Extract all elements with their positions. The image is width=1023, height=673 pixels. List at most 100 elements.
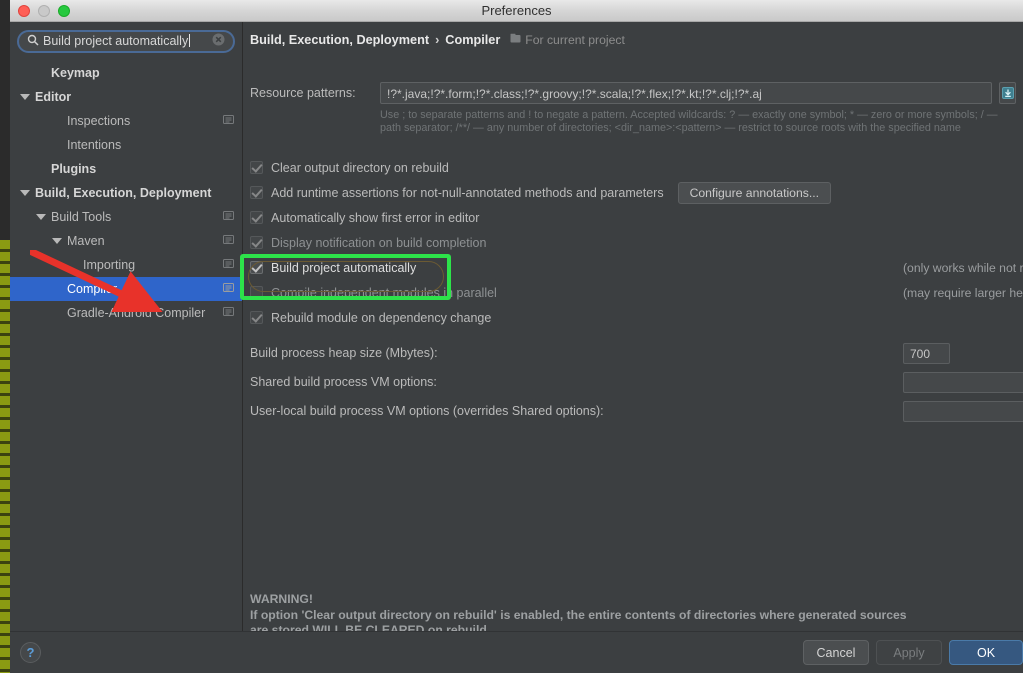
compiler-options-list: Clear output directory on rebuild Add run… <box>250 155 1023 330</box>
sidebar-item-label: Compiler <box>67 282 118 296</box>
shared-vm-options-label: Shared build process VM options: <box>250 375 437 389</box>
search-area: Build project automatically <box>10 22 242 59</box>
window-title: Preferences <box>481 3 552 18</box>
chevron-down-icon[interactable] <box>36 212 47 223</box>
breadcrumb-root[interactable]: Build, Execution, Deployment <box>250 33 429 47</box>
checkbox-label[interactable]: Display notification on build completion <box>271 236 486 250</box>
text-caret <box>189 34 191 47</box>
checkbox-label[interactable]: Rebuild module on dependency change <box>271 311 491 325</box>
user-local-vm-options-input[interactable] <box>903 400 1023 422</box>
chevron-down-icon[interactable] <box>20 92 31 103</box>
search-box[interactable]: Build project automatically <box>17 30 235 53</box>
settings-tree: Keymap Editor Inspections Intentions Plugins… <box>10 61 242 325</box>
sidebar-item-inspections[interactable]: Inspections <box>10 109 242 133</box>
sidebar-item-build-execution-deployment[interactable]: Build, Execution, Deployment <box>10 181 242 205</box>
chevron-down-icon[interactable] <box>52 236 63 247</box>
help-button[interactable]: ? <box>20 642 41 663</box>
settings-sidebar: Build project automatically Keymap Editor… <box>10 22 243 631</box>
heap-size-label: Build process heap size (Mbytes): <box>250 346 438 360</box>
sidebar-item-label: Build Tools <box>51 210 112 224</box>
chevron-down-icon[interactable] <box>20 188 31 199</box>
resource-patterns-input[interactable]: !?*.java;!?*.form;!?*.class;!?*.groovy;!… <box>380 82 992 104</box>
sidebar-item-keymap[interactable]: Keymap <box>10 61 242 85</box>
checkbox-build-project-automatically[interactable] <box>250 261 263 274</box>
expand-editor-icon[interactable] <box>999 82 1016 104</box>
option-row: Compile independent modules in parallel (… <box>250 280 1023 305</box>
checkbox-label[interactable]: Add runtime assertions for not-null-anno… <box>271 186 664 200</box>
shared-vm-options-input[interactable] <box>903 371 1023 393</box>
sidebar-item-label: Gradle-Android Compiler <box>67 306 206 320</box>
option-row: Display notification on build completion <box>250 230 1016 255</box>
ok-button[interactable]: OK <box>949 640 1023 665</box>
option-row: Rebuild module on dependency change <box>250 305 1016 330</box>
sidebar-item-label: Keymap <box>51 66 100 80</box>
cancel-button[interactable]: Cancel <box>803 640 869 665</box>
option-hint: (may require larger heap size) <box>903 285 1023 300</box>
warning-line-2: If option 'Clear output directory on reb… <box>250 607 907 622</box>
user-local-vm-options-label: User-local build process VM options (ove… <box>250 404 604 418</box>
sidebar-item-build-tools[interactable]: Build Tools <box>10 205 242 229</box>
breadcrumb: Build, Execution, Deployment › Compiler … <box>250 33 625 47</box>
sidebar-item-editor[interactable]: Editor <box>10 85 242 109</box>
shared-vm-options-row: Shared build process VM options: <box>250 371 1023 393</box>
option-row: Build project automatically (only works w… <box>250 255 1023 280</box>
checkbox-label[interactable]: Build project automatically <box>271 261 416 275</box>
sidebar-item-gradle-android-compiler[interactable]: Gradle-Android Compiler <box>10 301 242 325</box>
resource-patterns-label: Resource patterns: <box>250 86 356 100</box>
sidebar-item-label: Maven <box>67 234 105 248</box>
background-app-strip <box>0 0 10 673</box>
sidebar-item-label: Editor <box>35 90 72 104</box>
checkbox-compile-independent-modules-in-parallel[interactable] <box>250 286 263 299</box>
heap-size-input[interactable]: 700 <box>903 342 950 364</box>
sidebar-item-label: Plugins <box>51 162 97 176</box>
search-input[interactable]: Build project automatically <box>43 32 212 51</box>
preferences-window: Preferences Build project automatically <box>0 0 1023 673</box>
checkbox-add-runtime-assertions-for-not-null-annotated-methods-and-parameters[interactable] <box>250 186 263 199</box>
search-icon <box>27 33 39 51</box>
project-scope-icon <box>510 33 521 47</box>
search-input-value: Build project automatically <box>43 34 189 48</box>
project-scope-icon <box>223 234 234 248</box>
configure-annotations-button[interactable]: Configure annotations... <box>677 181 831 204</box>
resource-patterns-row: Resource patterns: !?*.java;!?*.form;!?*… <box>250 82 1016 135</box>
option-hint: (only works while not running / debuggin… <box>903 260 1023 275</box>
heap-size-row: Build process heap size (Mbytes): 700 <box>250 342 1016 364</box>
project-scope-icon <box>223 258 234 272</box>
sidebar-item-compiler[interactable]: Compiler <box>10 277 242 301</box>
checkbox-label[interactable]: Compile independent modules in parallel <box>271 286 497 300</box>
checkbox-rebuild-module-on-dependency-change[interactable] <box>250 311 263 324</box>
window-titlebar: Preferences <box>10 0 1023 22</box>
project-scope-icon <box>223 306 234 320</box>
dialog-body: Build project automatically Keymap Editor… <box>10 22 1023 637</box>
project-scope-icon <box>223 282 234 296</box>
checkbox-clear-output-directory-on-rebuild[interactable] <box>250 161 263 174</box>
option-row: Clear output directory on rebuild <box>250 155 1016 180</box>
clear-icon[interactable] <box>212 33 225 51</box>
sidebar-item-importing[interactable]: Importing <box>10 253 242 277</box>
option-row: Automatically show first error in editor <box>250 205 1016 230</box>
sidebar-item-plugins[interactable]: Plugins <box>10 157 242 181</box>
breadcrumb-separator: › <box>435 33 440 47</box>
scope-note-label: For current project <box>525 33 625 47</box>
sidebar-item-intentions[interactable]: Intentions <box>10 133 242 157</box>
checkbox-label[interactable]: Clear output directory on rebuild <box>271 161 449 175</box>
user-local-vm-options-row: User-local build process VM options (ove… <box>250 400 1023 422</box>
checkbox-automatically-show-first-error-in-editor[interactable] <box>250 211 263 224</box>
background-app-olive-bar <box>0 240 10 673</box>
project-scope-icon <box>223 210 234 224</box>
project-scope-icon <box>223 114 234 128</box>
breadcrumb-leaf: Compiler <box>445 33 501 47</box>
checkbox-display-notification-on-build-completion[interactable] <box>250 236 263 249</box>
apply-button[interactable]: Apply <box>876 640 942 665</box>
sidebar-item-label: Intentions <box>67 138 122 152</box>
settings-main-panel: Build, Execution, Deployment › Compiler … <box>240 22 1023 637</box>
checkbox-label[interactable]: Automatically show first error in editor <box>271 211 479 225</box>
sidebar-item-maven[interactable]: Maven <box>10 229 242 253</box>
dialog-footer: ? Cancel Apply OK <box>10 631 1023 673</box>
